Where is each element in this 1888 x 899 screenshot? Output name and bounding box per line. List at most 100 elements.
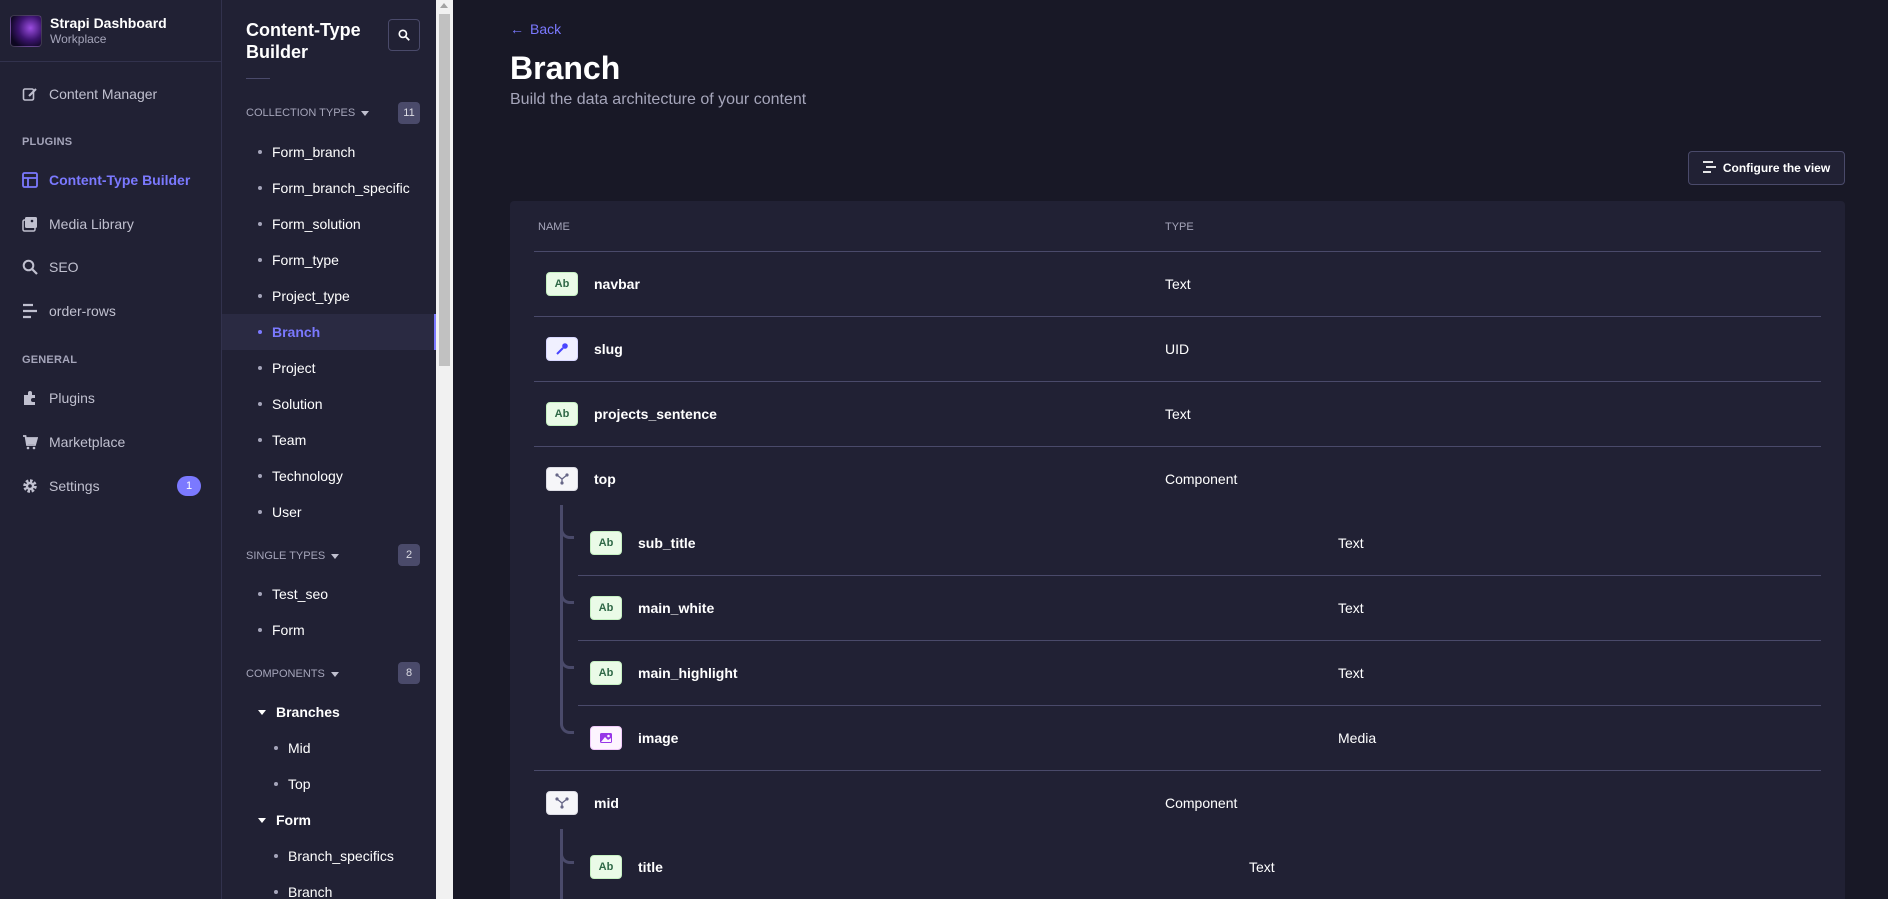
page-title: Branch bbox=[510, 50, 621, 86]
text-field-icon: Ab bbox=[590, 855, 622, 879]
text-field-icon: Ab bbox=[590, 596, 622, 620]
back-link[interactable]: ← Back bbox=[510, 21, 561, 37]
column-header-type: TYPE bbox=[1165, 221, 1194, 233]
key-icon bbox=[546, 337, 578, 361]
row-divider bbox=[578, 705, 1821, 706]
row-divider bbox=[578, 640, 1821, 641]
single-type-item[interactable]: Test_seo bbox=[222, 576, 436, 612]
component-item[interactable]: Branch bbox=[222, 874, 436, 899]
component-icon bbox=[546, 467, 578, 491]
layout-icon bbox=[22, 172, 38, 188]
collection-type-item[interactable]: Project bbox=[222, 350, 436, 386]
field-name: projects_sentence bbox=[594, 406, 717, 422]
configure-view-button[interactable]: Configure the view bbox=[1688, 151, 1845, 185]
nav-section-plugins: PLUGINS bbox=[22, 136, 73, 148]
field-name: slug bbox=[594, 341, 623, 357]
text-field-icon: Ab bbox=[546, 402, 578, 426]
nav-plugins[interactable]: Plugins bbox=[0, 378, 221, 418]
search-icon bbox=[398, 29, 410, 41]
component-icon bbox=[546, 791, 578, 815]
collection-type-label: Project_type bbox=[272, 288, 350, 304]
row-divider bbox=[534, 316, 1821, 317]
collection-type-item[interactable]: Project_type bbox=[222, 278, 436, 314]
caret-down-icon bbox=[361, 110, 370, 116]
collection-type-item[interactable]: Form_solution bbox=[222, 206, 436, 242]
collection-type-item[interactable]: User bbox=[222, 494, 436, 530]
list-settings-icon bbox=[1702, 160, 1716, 176]
single-type-item[interactable]: Form bbox=[222, 612, 436, 648]
header-divider bbox=[534, 251, 1821, 252]
component-item[interactable]: Top bbox=[222, 766, 436, 802]
subnav-scrollbar[interactable] bbox=[436, 0, 453, 899]
field-name: main_highlight bbox=[638, 665, 738, 681]
settings-notification-badge: 1 bbox=[177, 476, 201, 496]
field-type: UID bbox=[1165, 341, 1190, 357]
scroll-up-arrow-icon[interactable] bbox=[440, 3, 448, 8]
row-divider bbox=[534, 770, 1821, 771]
nav-seo-label: SEO bbox=[49, 259, 79, 275]
collection-type-item[interactable]: Form_branch bbox=[222, 134, 436, 170]
components-count: 8 bbox=[398, 662, 420, 684]
cart-icon bbox=[22, 434, 38, 450]
nav-marketplace-label: Marketplace bbox=[49, 434, 126, 450]
collection-types-toggle[interactable]: COLLECTION TYPES bbox=[246, 107, 370, 119]
caret-down-icon bbox=[331, 553, 340, 559]
components-label: COMPONENTS bbox=[246, 668, 325, 680]
collection-type-item[interactable]: Form_branch_specific bbox=[222, 170, 436, 206]
media-field-icon bbox=[590, 726, 622, 750]
tree-connector bbox=[560, 505, 563, 723]
row-divider bbox=[534, 381, 1821, 382]
collection-type-item-active[interactable]: Branch bbox=[222, 314, 436, 350]
nav-marketplace[interactable]: Marketplace bbox=[0, 422, 221, 462]
components-toggle[interactable]: COMPONENTS bbox=[246, 668, 339, 680]
component-item[interactable]: Branch_specifics bbox=[222, 838, 436, 874]
nav-content-type-builder[interactable]: Content-Type Builder bbox=[0, 160, 221, 200]
column-header-name: NAME bbox=[538, 221, 570, 233]
content-type-builder-subnav: Content-Type Builder COLLECTION TYPES 11… bbox=[222, 0, 436, 899]
main-content: ← Back Branch Build the data architectur… bbox=[453, 0, 1888, 899]
brand[interactable]: Strapi Dashboard Workplace bbox=[0, 0, 221, 62]
subnav-search-button[interactable] bbox=[388, 19, 420, 51]
nav-content-type-builder-label: Content-Type Builder bbox=[49, 172, 191, 188]
nav-media-library[interactable]: Media Library bbox=[0, 204, 221, 244]
nav-content-manager[interactable]: Content Manager bbox=[0, 74, 221, 114]
collection-type-item[interactable]: Team bbox=[222, 422, 436, 458]
field-name: mid bbox=[594, 795, 619, 811]
nav-order-rows[interactable]: order-rows bbox=[0, 291, 221, 331]
caret-down-icon bbox=[258, 817, 266, 823]
component-item[interactable]: Mid bbox=[222, 730, 436, 766]
collection-type-item[interactable]: Solution bbox=[222, 386, 436, 422]
component-label: Mid bbox=[288, 740, 311, 756]
field-type: Text bbox=[1338, 600, 1364, 616]
back-label: Back bbox=[530, 21, 562, 37]
field-type: Text bbox=[1338, 665, 1364, 681]
pencil-icon bbox=[22, 86, 38, 102]
search-icon bbox=[22, 259, 38, 275]
component-group-toggle[interactable]: Branches bbox=[258, 694, 340, 730]
brand-subtitle: Workplace bbox=[50, 31, 107, 46]
field-name: navbar bbox=[594, 276, 640, 292]
nav-seo[interactable]: SEO bbox=[0, 247, 221, 287]
single-types-toggle[interactable]: SINGLE TYPES bbox=[246, 550, 340, 562]
collection-type-item[interactable]: Technology bbox=[222, 458, 436, 494]
collection-type-label: Technology bbox=[272, 468, 343, 484]
text-field-icon: Ab bbox=[590, 531, 622, 555]
collection-type-item[interactable]: Form_type bbox=[222, 242, 436, 278]
row-divider bbox=[534, 446, 1821, 447]
collection-type-label: Form_solution bbox=[272, 216, 361, 232]
field-type: Text bbox=[1165, 406, 1191, 422]
component-group-toggle[interactable]: Form bbox=[258, 802, 311, 838]
single-type-label: Form bbox=[272, 622, 305, 638]
field-name: title bbox=[638, 859, 663, 875]
nav-media-library-label: Media Library bbox=[49, 216, 134, 232]
tree-connector bbox=[560, 829, 563, 899]
scrollbar-thumb[interactable] bbox=[439, 14, 450, 366]
caret-down-icon bbox=[258, 709, 266, 715]
nav-settings-label: Settings bbox=[49, 478, 100, 494]
collection-type-label: Solution bbox=[272, 396, 323, 412]
brand-logo bbox=[10, 14, 42, 47]
image-icon bbox=[22, 216, 38, 232]
caret-down-icon bbox=[330, 671, 339, 677]
field-type: Component bbox=[1165, 471, 1238, 487]
main-nav: Strapi Dashboard Workplace Content Manag… bbox=[0, 0, 222, 899]
